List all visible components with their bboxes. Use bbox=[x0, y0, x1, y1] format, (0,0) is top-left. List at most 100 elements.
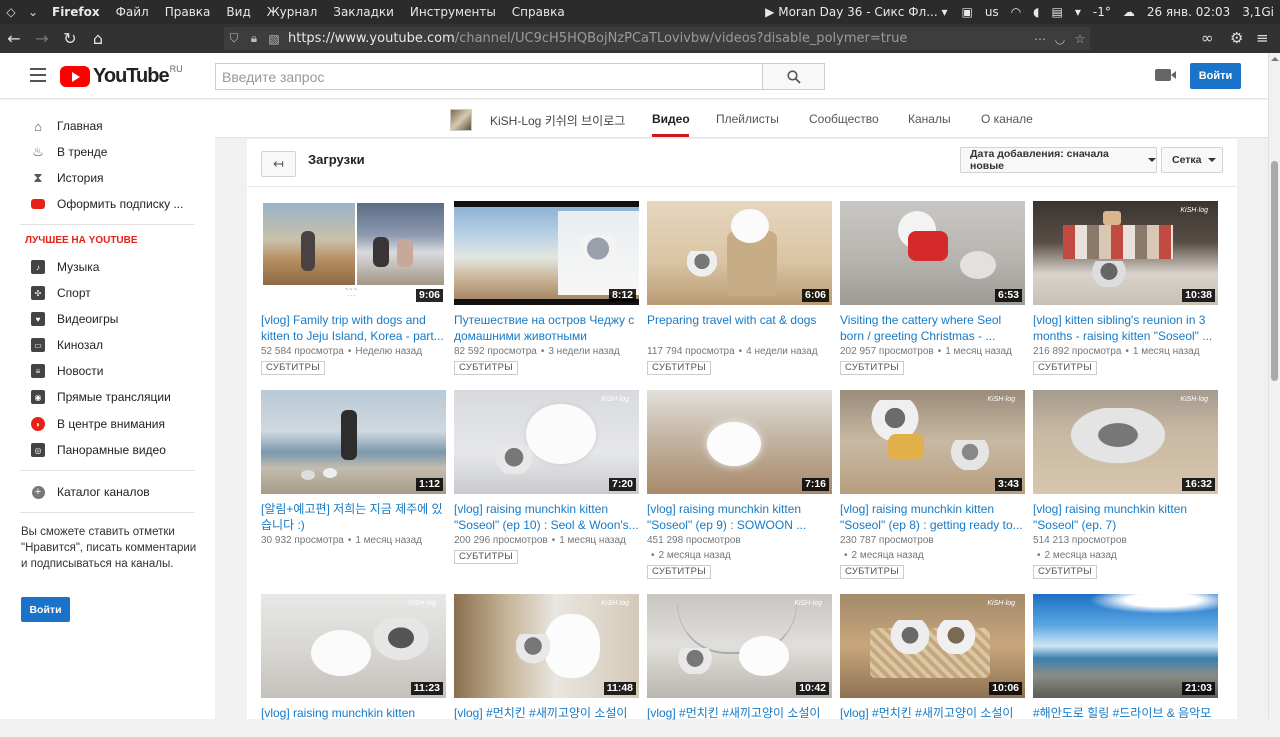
tab-community[interactable]: Сообщество bbox=[809, 112, 879, 126]
video-card[interactable]: KiSH·log 11:23 [vlog] raising munchkin k… bbox=[261, 594, 446, 737]
video-card[interactable]: 8:12 Путешествие на остров Чеджу с домаш… bbox=[454, 201, 639, 375]
shield-icon[interactable]: ⛉ bbox=[224, 31, 244, 46]
menu-tools[interactable]: Инструменты bbox=[402, 5, 504, 19]
upload-video-icon[interactable] bbox=[1155, 69, 1176, 81]
window-menu-icon[interactable]: ◇ bbox=[0, 5, 22, 19]
video-card[interactable]: KiSH·log 7:20 [vlog] raising munchkin ki… bbox=[454, 390, 639, 564]
sidebar-item-360[interactable]: ◎ Панорамные видео bbox=[0, 437, 215, 463]
channel-name[interactable]: KiSH-Log 키쉬의 브이로그 bbox=[490, 112, 625, 129]
sidebar-item-trending[interactable]: ♨ В тренде bbox=[0, 139, 215, 165]
video-title[interactable]: [vlog] raising munchkin kitten "Soseol" … bbox=[454, 501, 639, 533]
media-player-widget[interactable]: ▶ Moran Day 36 - Сикс Фл... ▾ bbox=[757, 5, 955, 19]
tab-channels[interactable]: Каналы bbox=[908, 112, 951, 126]
video-card[interactable]: KiSH·log 16:32 [vlog] raising munchkin k… bbox=[1033, 390, 1218, 579]
app-name[interactable]: Firefox bbox=[44, 5, 108, 19]
video-title[interactable]: [vlog] #먼치킨 #새끼고양이 소설이 bbox=[454, 705, 639, 737]
search-input[interactable]: Введите запрос bbox=[215, 63, 763, 90]
channel-avatar[interactable] bbox=[450, 109, 472, 131]
video-card[interactable]: 1:12 [알림+예고편] 저희는 지금 제주에 있습니다 :) 30 932 … bbox=[261, 390, 446, 548]
wifi-icon[interactable]: ◠ bbox=[1005, 5, 1027, 19]
video-thumbnail[interactable]: KiSH·log 10:42 bbox=[647, 594, 832, 698]
video-thumbnail[interactable]: KiSH·log 7:20 bbox=[454, 390, 639, 494]
back-button[interactable]: ↤ bbox=[261, 151, 296, 177]
signin-button[interactable]: Войти bbox=[1190, 63, 1241, 89]
sidebar-item-spotlight[interactable]: ◗ В центре внимания bbox=[0, 411, 215, 437]
menu-view[interactable]: Вид bbox=[218, 5, 258, 19]
sidebar-item-movies[interactable]: ▭ Кинозал bbox=[0, 332, 215, 358]
video-card[interactable]: ~ ~ ~ · · · 9:06 [vlog] Family trip with … bbox=[261, 201, 446, 375]
sidebar-item-gaming[interactable]: ♥ Видеоигры bbox=[0, 306, 215, 332]
video-card[interactable]: KiSH·log 10:38 [vlog] kitten sibling's r… bbox=[1033, 201, 1218, 375]
video-title[interactable]: [vlog] raising munchkin kitten "Soseol" … bbox=[840, 501, 1025, 533]
video-card[interactable]: KiSH·log 11:48 [vlog] #먼치킨 #새끼고양이 소설이 bbox=[454, 594, 639, 737]
video-title[interactable]: Preparing travel with cat & dogs bbox=[647, 312, 832, 344]
video-title[interactable]: [vlog] Family trip with dogs and kitten … bbox=[261, 312, 446, 344]
permissions-icon[interactable]: ▧ bbox=[264, 32, 284, 46]
sidebar-item-news[interactable]: ≡ Новости bbox=[0, 358, 215, 384]
more-icon[interactable]: ⋯ bbox=[1030, 32, 1050, 46]
video-thumbnail[interactable]: ~ ~ ~ · · · 9:06 bbox=[261, 201, 446, 305]
video-thumbnail[interactable]: 6:53 bbox=[840, 201, 1025, 305]
video-title[interactable]: [vlog] kitten sibling's reunion in 3 mon… bbox=[1033, 312, 1218, 344]
page-scrollbar[interactable] bbox=[1268, 53, 1280, 719]
sidebar-item-sport[interactable]: ✣ Спорт bbox=[0, 280, 215, 306]
tray-chevron-icon[interactable]: ▾ bbox=[1069, 5, 1087, 19]
hamburger-menu-icon[interactable] bbox=[30, 68, 46, 82]
video-thumbnail[interactable]: 1:12 bbox=[261, 390, 446, 494]
private-mask-icon[interactable]: ∞ bbox=[1201, 29, 1214, 47]
menu-edit[interactable]: Правка bbox=[157, 5, 219, 19]
menu-help[interactable]: Справка bbox=[504, 5, 573, 19]
video-thumbnail[interactable]: KiSH·log 11:23 bbox=[261, 594, 446, 698]
tab-about[interactable]: О канале bbox=[981, 112, 1033, 126]
video-thumbnail[interactable]: KiSH·log 11:48 bbox=[454, 594, 639, 698]
video-title[interactable]: [vlog] #먼치킨 #새끼고양이 소설이 bbox=[840, 705, 1025, 737]
video-thumbnail[interactable]: KiSH·log 10:06 bbox=[840, 594, 1025, 698]
youtube-logo[interactable]: YouTube RU bbox=[60, 64, 183, 87]
sidebar-item-subscribe-premium[interactable]: Оформить подписку ... bbox=[0, 191, 215, 217]
video-thumbnail[interactable]: 21:03 bbox=[1033, 594, 1218, 698]
lock-icon[interactable]: 🔒︎ bbox=[244, 31, 264, 46]
video-title[interactable]: [vlog] #먼치킨 #새끼고양이 소설이 bbox=[647, 705, 832, 737]
video-card[interactable]: KiSH·log 10:06 [vlog] #먼치킨 #새끼고양이 소설이 bbox=[840, 594, 1025, 737]
video-thumbnail[interactable]: KiSH·log 10:38 bbox=[1033, 201, 1218, 305]
volume-icon[interactable]: ◖ bbox=[1027, 5, 1045, 19]
bookmark-star-icon[interactable]: ☆ bbox=[1070, 32, 1090, 46]
pocket-icon[interactable]: ◡ bbox=[1050, 32, 1070, 46]
scrollbar-thumb[interactable] bbox=[1271, 161, 1278, 381]
menu-file[interactable]: Файл bbox=[108, 5, 157, 19]
url-text[interactable]: https://www.youtube.com/channel/UC9cH5HQ… bbox=[284, 31, 1030, 46]
menu-history[interactable]: Журнал bbox=[259, 5, 326, 19]
sidebar-item-music[interactable]: ♪ Музыка bbox=[0, 254, 215, 280]
video-title[interactable]: [알림+예고편] 저희는 지금 제주에 있습니다 :) bbox=[261, 501, 446, 533]
video-title[interactable]: [vlog] raising munchkin kitten "Soseol" … bbox=[1033, 501, 1218, 533]
battery-icon[interactable]: ▤ bbox=[1046, 5, 1069, 19]
sidebar-item-history[interactable]: ⧗ История bbox=[0, 165, 215, 191]
sort-dropdown[interactable]: Дата добавления: сначала новые bbox=[960, 147, 1157, 173]
video-title[interactable]: Visiting the cattery where Seol born / g… bbox=[840, 312, 1025, 344]
search-button[interactable] bbox=[762, 63, 825, 90]
clock[interactable]: 26 янв. 02:03 bbox=[1141, 5, 1236, 19]
video-card[interactable]: 6:53 Visiting the cattery where Seol bor… bbox=[840, 201, 1025, 375]
video-card[interactable]: 6:06 Preparing travel with cat & dogs 11… bbox=[647, 201, 832, 375]
browser-menu-icon[interactable]: ≡ bbox=[1256, 29, 1269, 47]
video-card[interactable]: KiSH·log 10:42 [vlog] #먼치킨 #새끼고양이 소설이 bbox=[647, 594, 832, 737]
view-mode-dropdown[interactable]: Сетка bbox=[1161, 147, 1223, 173]
video-thumbnail[interactable]: 6:06 bbox=[647, 201, 832, 305]
video-title[interactable]: [vlog] raising munchkin kitten "Soseol" … bbox=[647, 501, 832, 533]
forward-arrow-icon[interactable]: → bbox=[28, 29, 56, 48]
reload-icon[interactable]: ↻ bbox=[56, 29, 84, 48]
settings-gear-icon[interactable]: ⚙ bbox=[1230, 29, 1243, 47]
chevron-down-icon[interactable]: ⌄ bbox=[22, 5, 44, 19]
video-title[interactable]: Путешествие на остров Чеджу с домашними … bbox=[454, 312, 639, 344]
video-card[interactable]: 21:03 #해안도로 힐링 #드라이브 & 음악모 bbox=[1033, 594, 1218, 737]
video-title[interactable]: [vlog] raising munchkin kitten bbox=[261, 705, 446, 737]
video-thumbnail[interactable]: 7:16 bbox=[647, 390, 832, 494]
back-arrow-icon[interactable]: ← bbox=[0, 29, 28, 48]
url-bar[interactable]: ⛉ 🔒︎ ▧ https://www.youtube.com/channel/U… bbox=[224, 27, 1090, 50]
video-thumbnail[interactable]: KiSH·log 3:43 bbox=[840, 390, 1025, 494]
tab-playlists[interactable]: Плейлисты bbox=[716, 112, 779, 126]
scroll-up-arrow-icon[interactable] bbox=[1271, 57, 1279, 61]
video-card[interactable]: KiSH·log 3:43 [vlog] raising munchkin ki… bbox=[840, 390, 1025, 579]
menu-bookmarks[interactable]: Закладки bbox=[325, 5, 402, 19]
sidebar-item-home[interactable]: ⌂ Главная bbox=[0, 113, 215, 139]
